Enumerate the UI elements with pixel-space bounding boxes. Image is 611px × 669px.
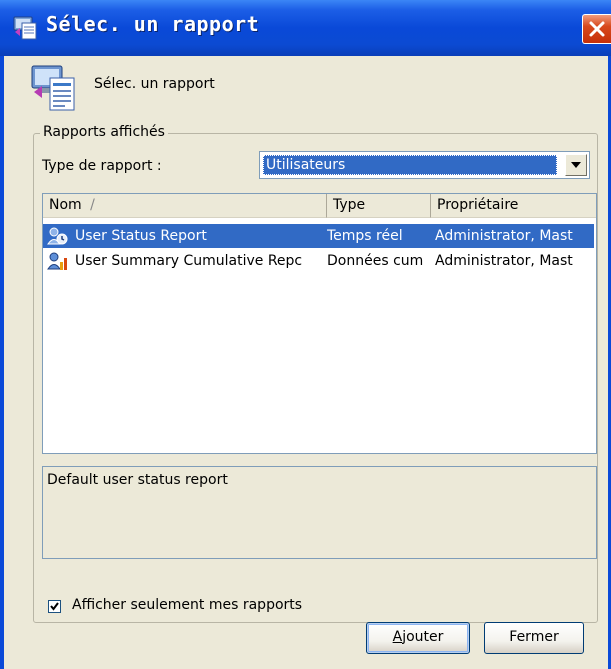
reports-listview[interactable]: Nom / Type Propriétaire User Status Repo… (42, 193, 597, 454)
sort-indicator-icon: / (90, 197, 95, 213)
column-header-name[interactable]: Nom / (43, 194, 327, 218)
table-row[interactable]: User Status Report Temps réel Administra… (43, 224, 594, 248)
column-header-type[interactable]: Type (327, 194, 431, 218)
report-type-label: Type de rapport : (42, 158, 162, 174)
user-summary-report-icon (47, 252, 67, 270)
row-type-cell: Temps réel (327, 228, 403, 244)
column-header-type-label: Type (333, 197, 366, 213)
row-name-cell: User Status Report (75, 228, 207, 244)
combo-dropdown-button[interactable] (565, 154, 587, 176)
title-bar[interactable]: Sélec. un rapport (0, 0, 611, 56)
column-header-owner-label: Propriétaire (437, 197, 519, 213)
report-type-selected-value[interactable]: Utilisateurs (263, 155, 557, 175)
only-my-reports-label[interactable]: Afficher seulement mes rapports (72, 597, 302, 613)
table-row[interactable]: User Summary Cumulative Repc Données cum… (43, 249, 594, 273)
report-window-icon (13, 16, 37, 40)
row-owner-cell: Administrator, Mast (435, 253, 573, 269)
report-description-box: Default user status report (42, 466, 597, 559)
add-button-label: jouter (402, 629, 444, 645)
window-title: Sélec. un rapport (46, 12, 260, 36)
report-select-dialog: Sélec. un rapport Sélec. un rapport Rapp… (0, 0, 611, 669)
add-button[interactable]: Ajouter (366, 622, 470, 654)
groupbox-legend: Rapports affichés (40, 124, 168, 140)
window-frame-left (0, 56, 4, 669)
user-status-report-icon (47, 227, 68, 245)
chevron-down-icon (571, 162, 581, 168)
row-type-cell: Données cum (327, 253, 424, 269)
close-button[interactable] (582, 14, 611, 44)
report-select-icon (31, 65, 75, 111)
add-button-mnemonic: A (392, 629, 403, 645)
close-icon (589, 21, 605, 37)
close-dialog-button[interactable]: Fermer (484, 622, 584, 654)
report-description-text: Default user status report (47, 472, 228, 488)
only-my-reports-checkbox[interactable] (48, 600, 61, 613)
column-header-owner[interactable]: Propriétaire (431, 194, 596, 218)
header-text: Sélec. un rapport (94, 76, 215, 92)
row-owner-cell: Administrator, Mast (435, 228, 573, 244)
row-name-cell: User Summary Cumulative Repc (75, 253, 303, 269)
column-header-name-label: Nom (49, 197, 82, 213)
report-type-combobox[interactable]: Utilisateurs (259, 151, 590, 179)
listview-header: Nom / Type Propriétaire (43, 194, 596, 220)
checkmark-icon (50, 602, 59, 611)
